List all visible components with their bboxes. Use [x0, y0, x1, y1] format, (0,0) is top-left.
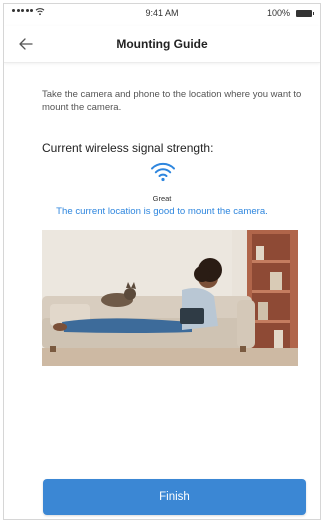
signal-status-message: The current location is good to mount th…: [56, 206, 268, 217]
finish-button[interactable]: Finish: [43, 479, 306, 515]
battery-percentage: 100%: [266, 8, 290, 18]
status-bar: 9:41 AM 100%: [4, 4, 320, 24]
phone-screen: 9:41 AM 100% Mounting Guide Take the cam…: [3, 3, 321, 520]
wifi-icon: [151, 162, 175, 182]
instruction-text: Take the camera and phone to the locatio…: [42, 89, 302, 113]
signal-level-label: Great: [152, 194, 172, 203]
navigation-bar: Mounting Guide: [4, 26, 320, 63]
page-title: Mounting Guide: [116, 37, 208, 51]
signal-strength-heading: Current wireless signal strength:: [42, 141, 214, 155]
battery-icon: [296, 10, 314, 17]
living-room-photo: [42, 230, 298, 366]
